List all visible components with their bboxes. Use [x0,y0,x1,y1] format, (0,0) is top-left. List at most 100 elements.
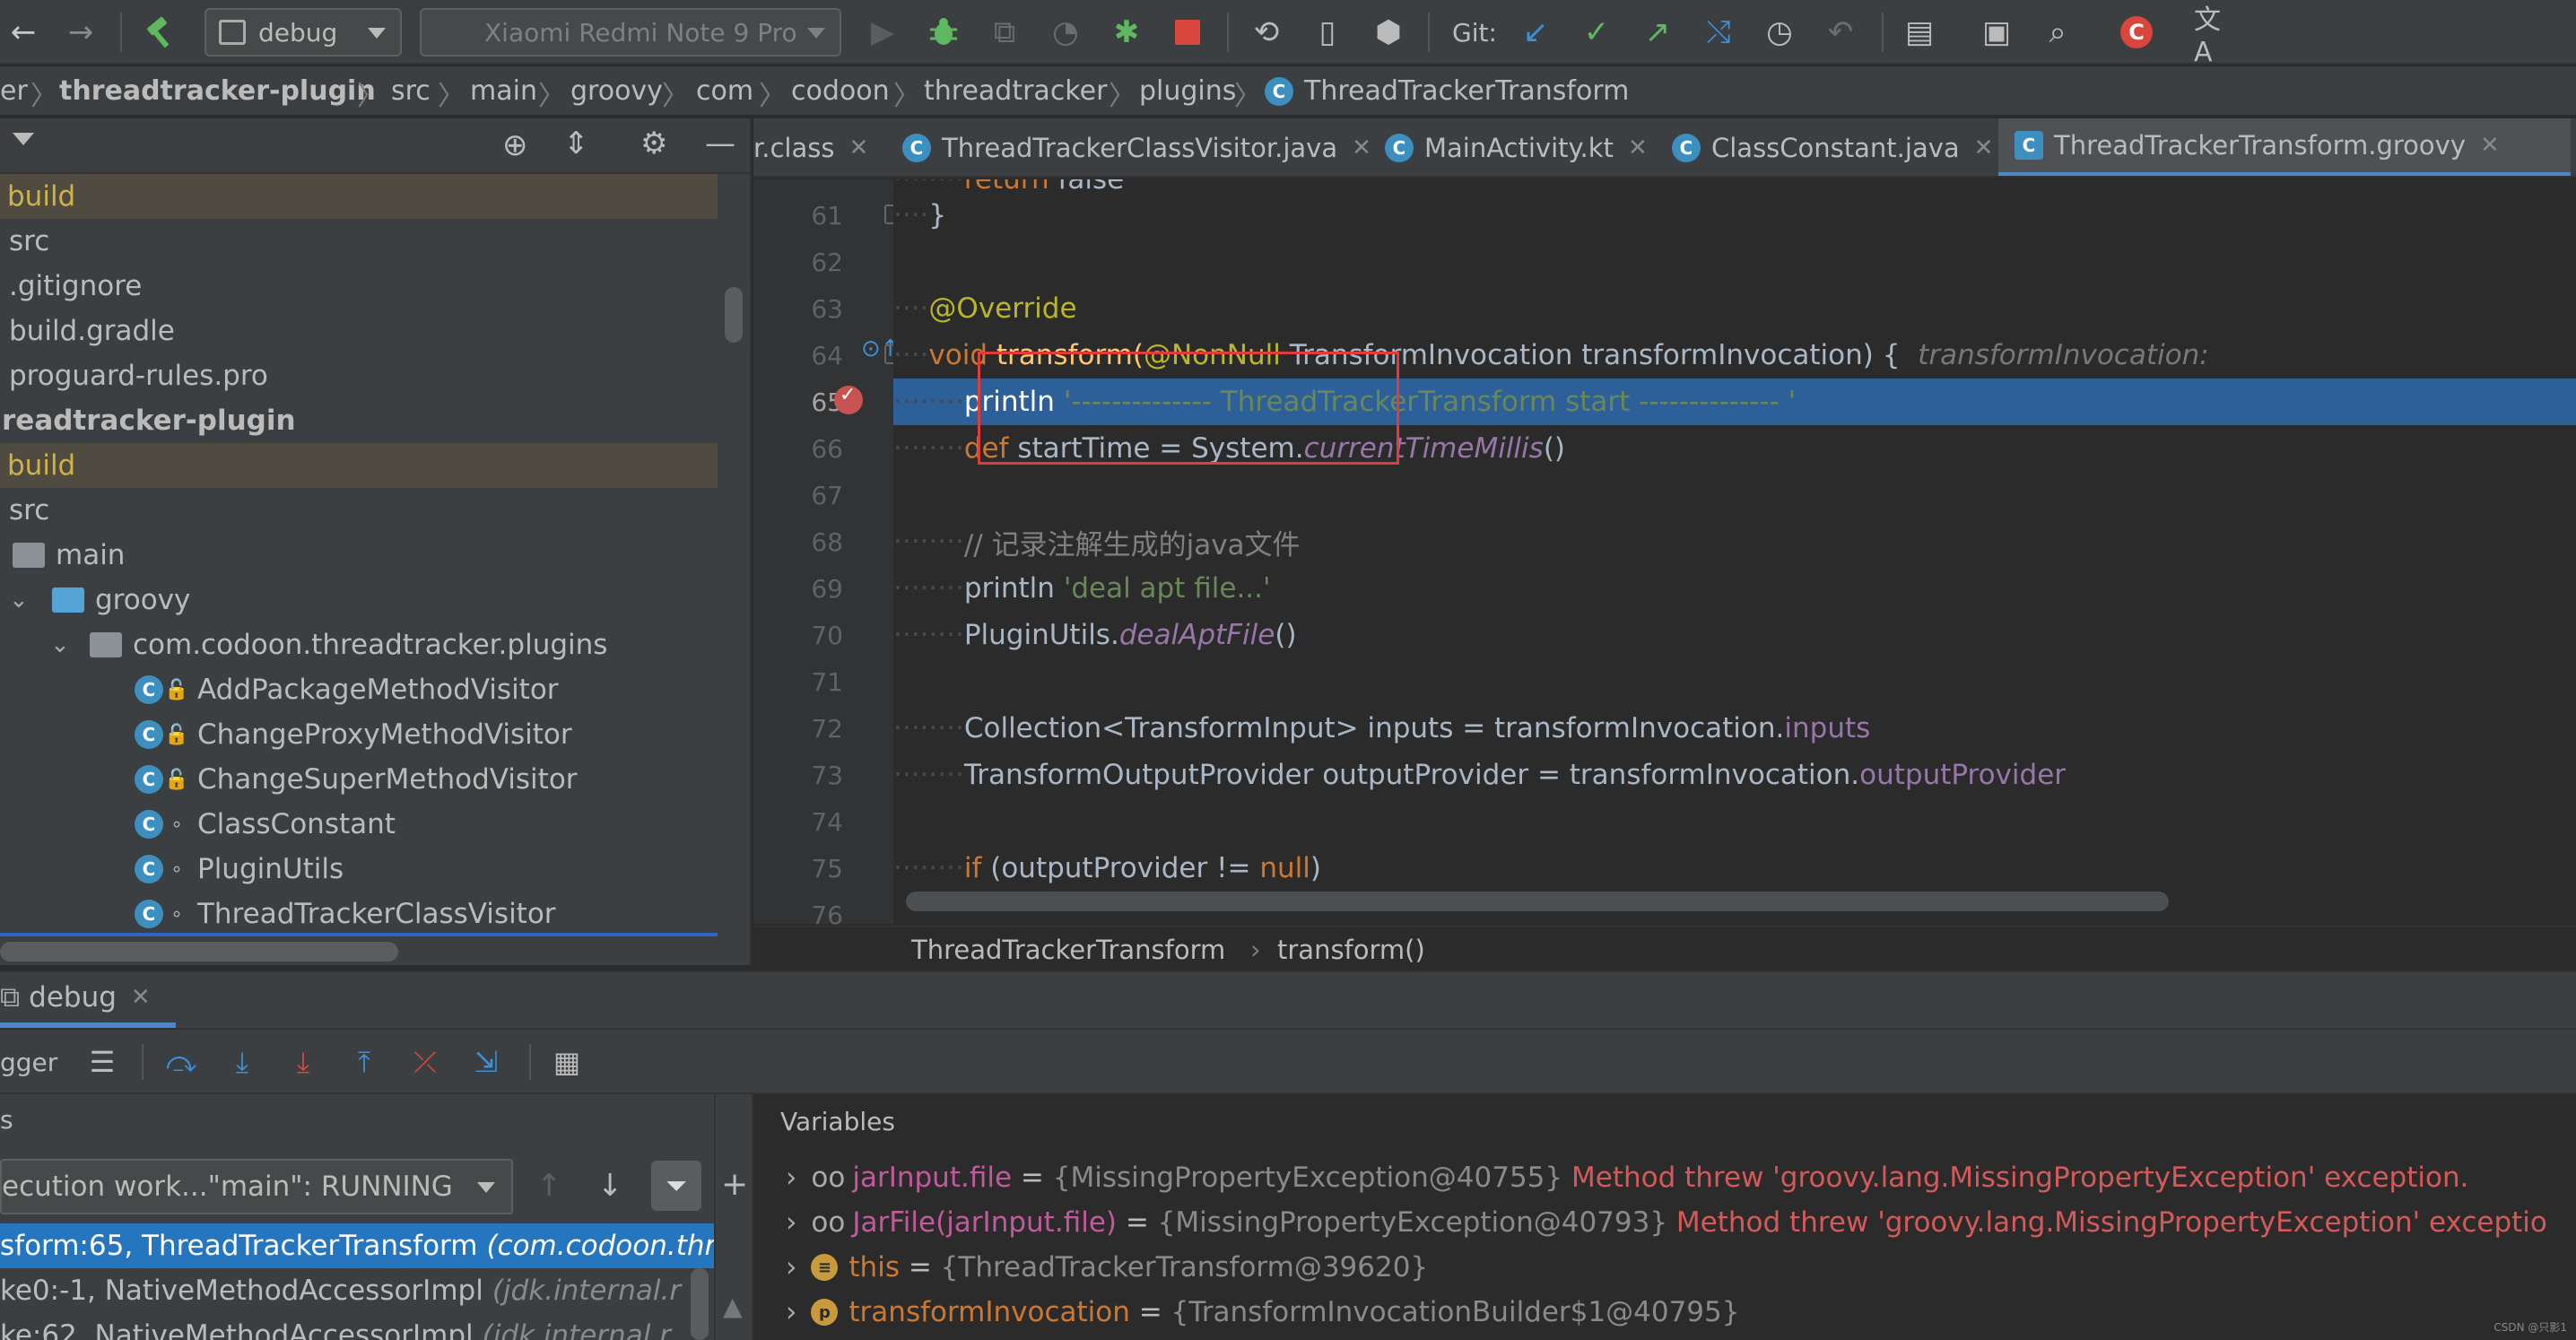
tree-item-class[interactable]: C 🔓 AddPackageMethodVisitor [0,667,718,712]
chevron-right-icon[interactable]: › [786,1296,796,1328]
tree-item-groovy[interactable]: ⌄ groovy [0,578,718,622]
tree-item-class[interactable]: C 🔓 ChangeProxyMethodVisitor [0,712,718,757]
close-icon[interactable]: ✕ [849,135,868,161]
sdk-manager-icon[interactable]: ⬢ [1367,9,1410,56]
chevron-down-icon[interactable]: ⌄ [50,631,77,658]
thread-select[interactable]: ecution work..."main": RUNNING [0,1159,513,1214]
tree-item-build-gradle[interactable]: build.gradle [0,309,718,353]
tree-item-class[interactable]: C ∘ PluginUtils [0,847,718,892]
tree-item-package[interactable]: ⌄ com.codoon.threadtracker.plugins [0,622,718,667]
frame-row[interactable]: sform:65, ThreadTrackerTransform (com.co… [0,1223,714,1268]
variable-row[interactable]: › oo JarFile(jarInput.file) = {MissingPr… [753,1200,2576,1245]
frame-row[interactable]: ke0:-1, NativeMethodAccessorImpl (jdk.in… [0,1268,714,1313]
tab-class-file[interactable]: r.class ✕ [753,118,868,176]
history-clock-icon[interactable]: ◷ [1760,9,1799,56]
editor-breadcrumb-method[interactable]: transform() [1277,935,1425,965]
breadcrumb-item[interactable]: threadtracker [924,75,1107,107]
run-to-cursor-icon[interactable]: ⇲ [466,1042,506,1082]
tab-classconstant[interactable]: C ClassConstant.java ✕ [1656,118,1994,176]
evaluate-expression-icon[interactable]: ▦ [547,1042,587,1082]
breadcrumb-item[interactable]: threadtracker-plugin [59,75,376,107]
tree-item-class[interactable]: C ∘ ClassConstant [0,802,718,847]
move-up-icon[interactable]: ▲ [723,1292,743,1321]
sync-gradle-icon[interactable]: ⟲ [1245,9,1288,56]
tree-item-proguard[interactable]: proguard-rules.pro [0,353,718,398]
add-watch-icon[interactable]: + [721,1166,748,1203]
breadcrumb-item-current[interactable]: C ThreadTrackerTransform [1265,75,1629,107]
variable-row[interactable]: › ≡ this = {ThreadTrackerTransform@39620… [753,1245,2576,1290]
build-hammer-icon[interactable] [138,9,181,56]
editor-horizontal-scrollbar[interactable] [906,892,2169,911]
locate-file-icon[interactable]: ⊕ [502,127,528,163]
arrow-down-icon[interactable]: ↓ [597,1168,623,1204]
device-manager-icon[interactable]: ▯ [1306,9,1349,56]
tree-item-main[interactable]: main [0,533,718,578]
tree-item-class[interactable]: C ∘ ThreadTrackerClassVisitor [0,892,718,936]
tree-item-class[interactable]: C 🔓 ChangeSuperMethodVisitor [0,757,718,802]
tree-item-gitignore[interactable]: .gitignore [0,264,718,309]
frame-row[interactable]: ke:62, NativeMethodAccessorImpl (jdk.int… [0,1313,714,1340]
git-commit-icon[interactable]: ✓ [1577,9,1616,56]
horizontal-scrollbar[interactable] [0,942,398,961]
tab-mainactivity[interactable]: C MainActivity.kt ✕ [1369,118,1648,176]
chevron-right-icon[interactable]: › [786,1251,796,1283]
arrow-up-icon[interactable]: ↑ [536,1168,562,1204]
drop-frame-icon[interactable]: ⤫ [405,1042,445,1082]
breadcrumb-item[interactable]: groovy [570,75,663,107]
breadcrumb-item[interactable]: plugins [1139,75,1236,107]
profile-icon[interactable]: ◔ [1046,9,1085,56]
search-icon[interactable]: ⌕ [2036,9,2079,56]
tab-threadtrackerclassvisitor[interactable]: C ThreadTrackerClassVisitor.java ✕ [886,118,1371,176]
tree-item-module[interactable]: readtracker-plugin [0,398,718,443]
collapse-all-icon[interactable]: ⇕ [563,126,589,161]
close-icon[interactable]: ✕ [1974,135,1994,161]
debug-bug-icon[interactable] [924,9,963,56]
codota-icon[interactable]: C [2115,9,2158,56]
frames-scrollbar[interactable] [691,1268,709,1340]
editor-breadcrumb-class[interactable]: ThreadTrackerTransform [911,935,1225,965]
attach-debugger-icon[interactable]: ⧉ [985,9,1024,56]
breadcrumb-item[interactable]: codoon [791,75,890,107]
forward-arrow-icon[interactable]: → [59,9,102,56]
close-icon[interactable]: ✕ [2480,132,2500,159]
device-select[interactable]: Xiaomi Redmi Note 9 Pro [420,8,841,57]
code-editor[interactable]: ········ return false ····} ···· @Override… [893,179,2576,924]
layout-inspector-icon[interactable]: ▣ [1975,9,2018,56]
force-step-into-icon[interactable]: ⤓ [283,1042,323,1082]
chevron-down-icon[interactable] [13,133,34,145]
tab-threadtrackertransform[interactable]: C ThreadTrackerTransform.groovy ✕ [1998,118,2571,176]
git-update-icon[interactable]: ↙ [1516,9,1555,56]
chevron-down-icon[interactable]: ⌄ [9,587,36,613]
run-config-select[interactable]: debug [205,8,402,57]
tree-item-src[interactable]: src [0,219,718,264]
tree-item-build[interactable]: build [0,443,718,488]
vertical-scrollbar[interactable] [725,287,743,343]
chevron-right-icon[interactable]: › [786,1206,796,1239]
breadcrumb-item[interactable]: main [470,75,537,107]
step-into-icon[interactable]: ⤓ [222,1042,262,1082]
rollback-icon[interactable]: ↶ [1821,9,1860,56]
close-icon[interactable]: ✕ [1628,135,1648,161]
step-over-icon[interactable]: ⤼ [161,1042,201,1082]
run-icon[interactable]: ▶ [863,9,902,56]
stop-icon[interactable] [1168,9,1207,56]
breadcrumb-item[interactable]: com [696,75,753,107]
tree-item-build[interactable]: build [0,174,718,219]
breadcrumb-item[interactable]: src [391,75,431,107]
project-structure-icon[interactable]: ▤ [1898,9,1941,56]
tree-item-src[interactable]: src [0,488,718,533]
step-out-icon[interactable]: ⤒ [344,1042,384,1082]
variable-row[interactable]: › oo jarInput.file = {MissingPropertyExc… [753,1155,2576,1200]
gear-icon[interactable]: ⚙ [640,126,667,161]
tab-debug[interactable]: ⧉ debug ✕ [0,972,176,1028]
hide-panel-icon[interactable]: — [705,126,735,161]
breakpoint-icon[interactable]: ✓ [834,384,863,414]
back-arrow-icon[interactable]: ← [2,9,45,56]
git-merge-icon[interactable]: ⤭ [1699,9,1738,56]
chevron-right-icon[interactable]: › [786,1162,796,1194]
translate-icon[interactable]: 文A [2194,4,2237,68]
hamburger-menu-icon[interactable]: ☰ [83,1042,122,1082]
breadcrumb-item[interactable]: er [0,75,28,107]
filter-icon[interactable]: ⏷ [651,1161,701,1211]
git-push-icon[interactable]: ↗ [1638,9,1677,56]
